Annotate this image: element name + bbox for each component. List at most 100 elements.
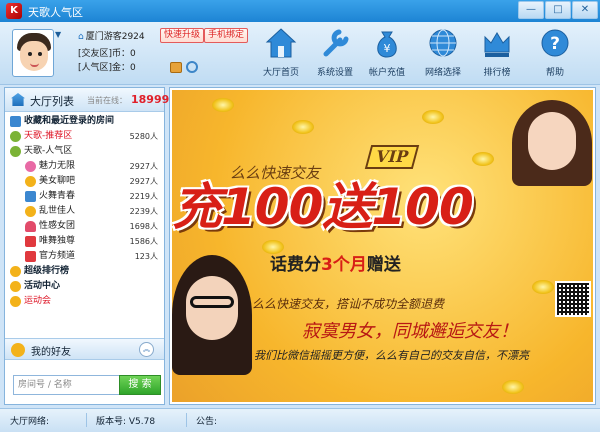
nav-recharge-label: 帐户充值	[368, 68, 405, 78]
hall-list-header: 大厅列表 当前在线： 18999	[5, 88, 169, 112]
coin-icon	[532, 280, 554, 294]
window-title: 天歌人气区	[28, 6, 83, 19]
online-count: 18999	[131, 93, 170, 106]
smile-icon	[25, 206, 36, 217]
my-friends-bar[interactable]: 我的好友 ︽	[5, 338, 164, 360]
nav-home-label: 大厅首页	[262, 68, 299, 78]
glasses-icon	[190, 296, 234, 308]
home-small-icon: ⌂	[78, 32, 84, 42]
title-bar: K 天歌人气区 — □ ✕	[0, 0, 600, 22]
house-icon	[25, 191, 36, 202]
home-icon	[265, 28, 297, 58]
room-item[interactable]: 美女聊吧 2927人	[5, 174, 164, 189]
room-item[interactable]: 活动中心	[5, 279, 164, 294]
gourd-icon	[10, 146, 21, 157]
banner-art: VIP 么么快速交友 充100送100 话费分3个月赠送 么么快速交友，搭讪不成…	[172, 90, 593, 402]
nav-recharge[interactable]: ¥ 帐户充值	[362, 26, 412, 81]
status-bar: 大厅网络: 版本号: V5.78 公告:	[0, 408, 600, 432]
room-item[interactable]: 乱世佳人 2239人	[5, 204, 164, 219]
header: ▼ ⌂ 厦门游客2924 快速升级 手机绑定 [交友区]币：0 [人气区]金：0 …	[0, 22, 600, 85]
room-count: 5280人	[129, 132, 158, 141]
room-tree: 收藏和最近登录的房间 天歌-推荐区 5280人 天歌-人气区 魅力无限 2927人 美女聊吧…	[5, 112, 164, 309]
room-count: 1586人	[129, 237, 158, 246]
room-item[interactable]: 运动会	[5, 294, 164, 309]
banner-line1: 话费分3个月赠送	[270, 255, 401, 275]
room-item[interactable]: 天歌-人气区	[5, 144, 164, 159]
room-label: 超级排行榜	[24, 266, 70, 276]
coin-icon	[502, 380, 524, 394]
globe-icon	[429, 29, 457, 57]
app-logo-icon: K	[6, 3, 22, 19]
room-item[interactable]: 天歌-推荐区 5280人	[5, 129, 164, 144]
svg-text:?: ?	[550, 34, 560, 54]
nav-home[interactable]: 大厅首页	[256, 26, 306, 81]
collapse-icon[interactable]: ︽	[139, 342, 154, 357]
user-name: ⌂ 厦门游客2924	[78, 32, 145, 42]
room-item[interactable]: 火舞青春 2219人	[5, 189, 164, 204]
banner-headline: 充100送100	[172, 178, 474, 236]
svg-text:¥: ¥	[384, 42, 391, 55]
room-label: 乱世佳人	[39, 206, 76, 216]
search-button[interactable]: 搜 索	[119, 375, 161, 395]
room-label: 性感女团	[39, 221, 76, 231]
room-label: 天歌-推荐区	[24, 131, 73, 141]
nav-rank[interactable]: 排行榜	[472, 26, 522, 81]
maximize-button[interactable]: □	[545, 1, 571, 19]
gourd-icon	[10, 131, 21, 142]
red-icon	[25, 251, 36, 262]
room-label: 运动会	[24, 296, 52, 306]
smile-icon	[10, 281, 21, 292]
room-count: 123人	[134, 252, 158, 261]
bag-icon[interactable]	[170, 62, 182, 73]
smile-icon	[10, 296, 21, 307]
nav-network-label: 网络选择	[424, 68, 461, 78]
promo-banner[interactable]: VIP 么么快速交友 充100送100 话费分3个月赠送 么么快速交友，搭讪不成…	[169, 87, 596, 405]
room-item[interactable]: 性感女团 1698人	[5, 219, 164, 234]
minimize-button[interactable]: —	[518, 1, 544, 19]
avatar[interactable]	[12, 29, 54, 77]
wrench-icon	[323, 29, 349, 57]
status-notice: 公告:	[196, 417, 218, 427]
nav-settings[interactable]: 系统设置	[310, 26, 360, 81]
my-friends-label: 我的好友	[31, 347, 71, 358]
room-item[interactable]: 官方频道 123人	[5, 249, 164, 264]
room-label: 天歌-人气区	[24, 146, 73, 156]
room-count: 2927人	[129, 162, 158, 171]
smile-icon	[11, 343, 25, 357]
room-item[interactable]: 超级排行榜	[5, 264, 164, 279]
coin-icon	[422, 110, 444, 124]
online-label: 当前在线：	[87, 96, 127, 105]
nav-help-label: 帮助	[545, 68, 564, 78]
phone-bind-button[interactable]: 手机绑定	[204, 28, 249, 43]
room-item[interactable]: 唯舞独尊 1586人	[5, 234, 164, 249]
room-item[interactable]: 收藏和最近登录的房间	[5, 114, 164, 129]
avatar-dropdown-icon[interactable]: ▼	[55, 30, 61, 39]
question-icon: ?	[541, 29, 569, 57]
gear-icon[interactable]	[186, 61, 198, 73]
room-label: 美女聊吧	[39, 176, 76, 186]
room-label: 唯舞独尊	[39, 236, 76, 246]
room-label: 活动中心	[24, 281, 61, 291]
room-search-input[interactable]	[13, 375, 121, 395]
room-label: 官方频道	[39, 251, 76, 261]
nav-rank-label: 排行榜	[483, 68, 511, 78]
room-item[interactable]: 魅力无限 2927人	[5, 159, 164, 174]
heart-icon	[25, 221, 36, 232]
quick-upgrade-button[interactable]: 快速升级	[160, 28, 205, 43]
room-label: 火舞青春	[39, 191, 76, 201]
close-button[interactable]: ✕	[572, 1, 598, 19]
nav-network[interactable]: 网络选择	[418, 26, 468, 81]
status-version: 版本号: V5.78	[96, 417, 156, 427]
coin-balance: [交友区]币：0	[78, 49, 136, 59]
hall-icon	[11, 93, 25, 106]
hall-list-title: 大厅列表	[30, 95, 74, 108]
qr-code	[555, 281, 591, 317]
nav-help[interactable]: ? 帮助	[530, 26, 580, 81]
room-label: 收藏和最近登录的房间	[24, 116, 115, 126]
banner-line4: 我们比微信摇摇更方便，么么有自己的交友自信，不漂亮	[254, 349, 529, 362]
smile-icon	[10, 266, 21, 277]
house-icon	[10, 116, 21, 127]
vip-badge: VIP	[364, 145, 420, 169]
room-count: 1698人	[129, 222, 158, 231]
money-bag-icon: ¥	[377, 31, 397, 58]
